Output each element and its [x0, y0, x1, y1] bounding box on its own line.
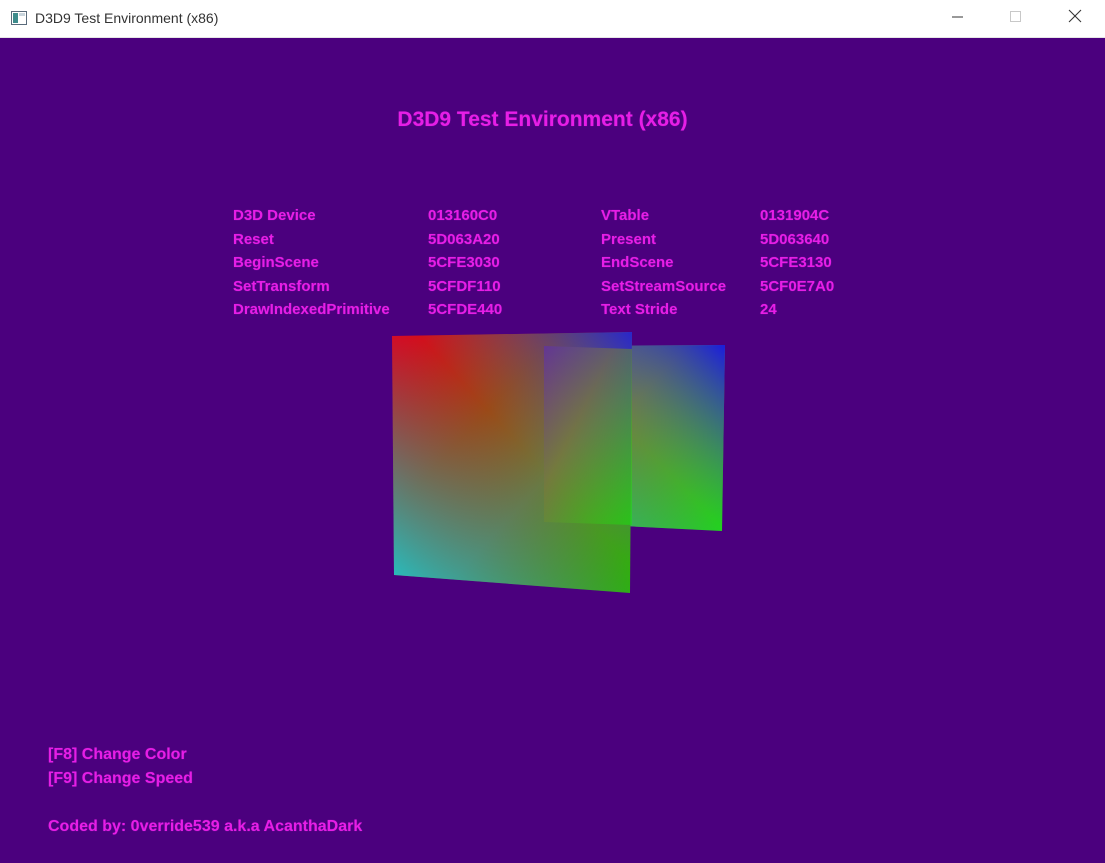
credits-text: Coded by: 0verride539 a.k.a AcanthaDark	[48, 818, 363, 835]
render-viewport: D3D9 Test Environment (x86) D3D Device 0…	[0, 38, 1105, 863]
value-vtable: 0131904C	[760, 207, 830, 224]
rotating-quads-scene	[392, 332, 725, 593]
minimize-icon	[952, 10, 964, 28]
label-beginscene: BeginScene	[233, 254, 319, 271]
hotkey-f8-text: [F8] Change Color	[48, 746, 187, 763]
close-icon	[1068, 9, 1082, 28]
label-d3d-device: D3D Device	[233, 207, 316, 224]
value-endscene: 5CFE3130	[760, 254, 832, 271]
value-settransform: 5CFDF110	[428, 278, 501, 295]
label-setstreamsource: SetStreamSource	[601, 278, 727, 295]
maximize-button[interactable]	[993, 0, 1039, 37]
label-text-stride: Text Stride	[601, 301, 678, 318]
value-text-stride: 24	[760, 301, 777, 318]
close-button[interactable]	[1052, 0, 1098, 37]
label-reset: Reset	[233, 231, 274, 248]
value-present: 5D063640	[760, 231, 830, 248]
value-setstreamsource: 5CF0E7A0	[760, 278, 835, 295]
window-app-icon	[11, 11, 27, 25]
label-vtable: VTable	[601, 207, 650, 224]
title-bar[interactable]: D3D9 Test Environment (x86)	[0, 0, 1105, 38]
label-drawindexedprimitive: DrawIndexedPrimitive	[233, 301, 390, 318]
label-present: Present	[601, 231, 657, 248]
label-settransform: SetTransform	[233, 278, 330, 295]
window-title: D3D9 Test Environment (x86)	[35, 10, 219, 26]
value-drawindexedprimitive: 5CFDE440	[428, 301, 503, 318]
minimize-button[interactable]	[935, 0, 981, 37]
hotkey-f9-text: [F9] Change Speed	[48, 770, 193, 787]
value-beginscene: 5CFE3030	[428, 254, 500, 271]
maximize-icon	[1010, 10, 1022, 28]
label-endscene: EndScene	[601, 254, 674, 271]
value-reset: 5D063A20	[428, 231, 500, 248]
value-d3d-device: 013160C0	[428, 207, 498, 224]
scene-title: D3D9 Test Environment (x86)	[397, 108, 688, 131]
